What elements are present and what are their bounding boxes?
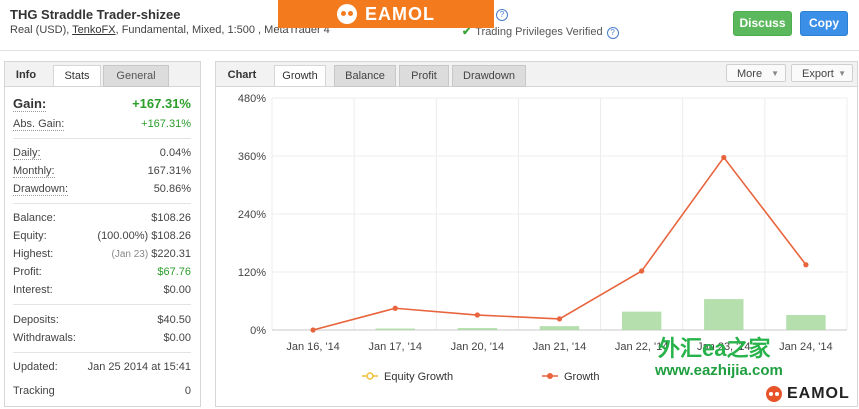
chart-heading: Chart bbox=[227, 69, 257, 81]
equity-bar bbox=[539, 326, 580, 330]
chevron-down-icon: ▼ bbox=[838, 69, 846, 78]
y-tick-label: 0% bbox=[250, 325, 266, 337]
balance-row: Balance: $108.26 bbox=[13, 212, 191, 224]
tab-growth[interactable]: Growth bbox=[274, 65, 326, 86]
equity-bar bbox=[621, 311, 662, 330]
tab-stats[interactable]: Stats bbox=[53, 65, 101, 86]
chart-tabs: Chart Growth Balance Profit Drawdown Mor… bbox=[216, 62, 857, 87]
abs-gain-value: +167.31% bbox=[141, 118, 191, 130]
y-tick-label: 360% bbox=[238, 151, 266, 163]
legend-growth-label: Growth bbox=[564, 371, 599, 383]
help-icon[interactable]: ? bbox=[495, 9, 508, 21]
equity-bar bbox=[375, 328, 415, 330]
x-tick-label: Jan 17, '14 bbox=[368, 341, 421, 353]
equity-bar bbox=[457, 328, 498, 330]
withdrawals-row: Withdrawals: $0.00 bbox=[13, 332, 191, 344]
eamol-logo-icon bbox=[337, 4, 357, 24]
discuss-button[interactable]: Discuss bbox=[733, 11, 792, 36]
equity-bar bbox=[786, 315, 826, 330]
tab-balance[interactable]: Balance bbox=[334, 65, 396, 87]
daily-row: Daily: 0.04% bbox=[13, 147, 191, 160]
eamol-banner: EAMOL bbox=[278, 0, 494, 28]
x-tick-label: Jan 20, '14 bbox=[451, 341, 504, 353]
y-tick-label: 120% bbox=[238, 267, 266, 279]
eamol-logo-icon bbox=[766, 386, 782, 402]
interest-row: Interest: $0.00 bbox=[13, 284, 191, 296]
growth-point bbox=[474, 312, 480, 318]
help-icon[interactable]: ? bbox=[606, 27, 619, 39]
account-title: THG Straddle Trader-shizee bbox=[10, 7, 181, 22]
x-tick-label: Jan 24, '14 bbox=[779, 341, 832, 353]
growth-point bbox=[639, 268, 645, 274]
gain-label: Gain: bbox=[13, 96, 47, 112]
tab-general[interactable]: General bbox=[103, 65, 169, 87]
watermark-cn: 外汇ea之家 bbox=[658, 336, 771, 361]
stats-tabs: Info Stats General bbox=[5, 62, 200, 87]
banner-brand: EAMOL bbox=[365, 3, 435, 24]
watermark-url: www.eazhijia.com bbox=[655, 362, 783, 379]
x-tick-label: Jan 21, '14 bbox=[533, 341, 586, 353]
broker-link[interactable]: TenkoFX bbox=[72, 24, 115, 36]
legend-equity-label: Equity Growth bbox=[384, 371, 453, 383]
updated-row: Updated: Jan 25 2014 at 15:41 bbox=[13, 361, 191, 373]
copy-button[interactable]: Copy bbox=[800, 11, 848, 36]
chevron-down-icon: ▼ bbox=[771, 69, 779, 78]
growth-point bbox=[556, 316, 563, 322]
legend-growth-marker bbox=[547, 373, 553, 379]
monthly-row: Monthly: 167.31% bbox=[13, 165, 191, 178]
gain-row: Gain: +167.31% bbox=[13, 96, 191, 112]
equity-row: Equity: (100.00%) $108.26 bbox=[13, 230, 191, 242]
watermark-logo: EAMOL bbox=[766, 385, 850, 403]
growth-point bbox=[721, 154, 727, 161]
y-tick-label: 480% bbox=[238, 93, 266, 105]
stats-panel: Info Stats General Gain: +167.31% Abs. G… bbox=[4, 61, 201, 407]
tracking-row: Tracking 0 bbox=[13, 385, 191, 397]
tab-profit[interactable]: Profit bbox=[399, 65, 449, 87]
profit-row: Profit: $67.76 bbox=[13, 266, 191, 278]
legend-equity-marker bbox=[366, 372, 374, 380]
equity-bar bbox=[704, 299, 744, 330]
deposits-row: Deposits: $40.50 bbox=[13, 314, 191, 326]
gain-value: +167.31% bbox=[132, 96, 191, 111]
y-tick-label: 240% bbox=[238, 209, 266, 221]
growth-point bbox=[310, 327, 316, 333]
tab-info: Info bbox=[15, 69, 37, 81]
highest-row: Highest: (Jan 23) $220.31 bbox=[13, 248, 191, 260]
abs-gain-row: Abs. Gain: +167.31% bbox=[13, 118, 191, 131]
account-type: Real (USD), bbox=[10, 24, 73, 36]
export-dropdown[interactable]: Export ▼ bbox=[791, 64, 853, 82]
growth-point bbox=[803, 262, 809, 268]
drawdown-row: Drawdown: 50.86% bbox=[13, 183, 191, 196]
x-tick-label: Jan 16, '14 bbox=[286, 341, 339, 353]
growth-point bbox=[392, 305, 398, 311]
tab-drawdown[interactable]: Drawdown bbox=[452, 65, 526, 87]
more-dropdown[interactable]: More ▼ bbox=[726, 64, 786, 82]
